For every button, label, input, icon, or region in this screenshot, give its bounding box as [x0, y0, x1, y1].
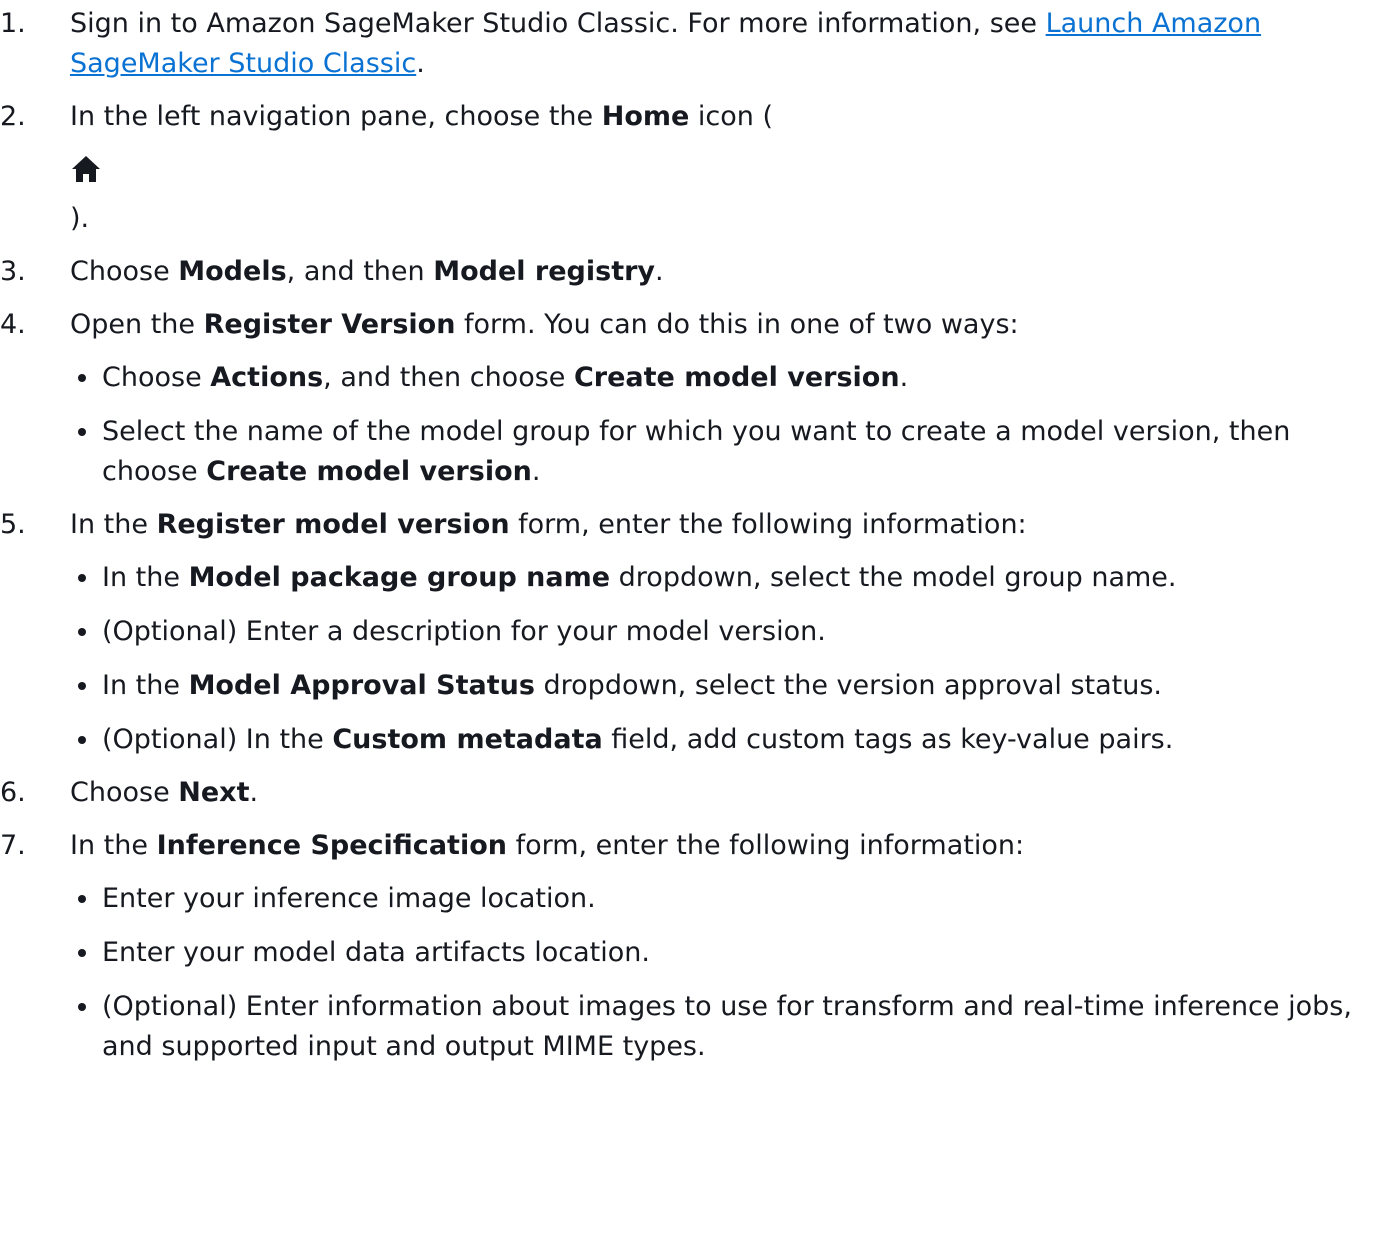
- step-text: In the: [70, 509, 157, 540]
- bullet-dot: [78, 736, 86, 744]
- register-model-version-term: Register model version: [156, 509, 510, 540]
- item-text: Choose: [102, 362, 211, 393]
- list-item: Enter your model data artifacts location…: [70, 933, 1390, 973]
- item-text: dropdown, select the model group name.: [610, 562, 1177, 593]
- inference-specification-term: Inference Specification: [156, 830, 507, 861]
- step-text: Open the: [70, 309, 204, 340]
- step-text: In the: [70, 830, 157, 861]
- step-number: 7.: [0, 830, 26, 861]
- item-text: .: [899, 362, 909, 393]
- step-3: 3. Choose Models, and then Model registr…: [0, 252, 1390, 292]
- item-text: In the: [102, 562, 189, 593]
- list-item: Select the name of the model group for w…: [70, 412, 1390, 492]
- step-text: icon (: [689, 101, 773, 132]
- sub-list: Enter your inference image location. Ent…: [70, 879, 1390, 1067]
- step-text: form, enter the following information:: [509, 509, 1027, 540]
- model-registry-term: Model registry: [433, 256, 656, 287]
- home-icon: [72, 156, 100, 182]
- item-text: (Optional) Enter information about image…: [102, 991, 1352, 1062]
- create-model-version-term: Create model version: [206, 456, 532, 487]
- item-text: (Optional) Enter a description for your …: [102, 616, 826, 647]
- item-text: (Optional) In the: [102, 724, 333, 755]
- step-text: Sign in to Amazon SageMaker Studio Class…: [70, 8, 1046, 39]
- bullet-dot: [78, 428, 86, 436]
- home-term: Home: [601, 101, 690, 132]
- step-number: 5.: [0, 509, 26, 540]
- next-term: Next: [178, 777, 250, 808]
- models-term: Models: [178, 256, 287, 287]
- step-number: 4.: [0, 309, 26, 340]
- list-item: (Optional) Enter information about image…: [70, 987, 1390, 1067]
- step-text: .: [416, 48, 425, 79]
- step-text: .: [655, 256, 664, 287]
- step-text: , and then: [286, 256, 434, 287]
- bullet-dot: [78, 574, 86, 582]
- bullet-dot: [78, 1003, 86, 1011]
- step-5: 5. In the Register model version form, e…: [0, 505, 1390, 760]
- step-1: 1. Sign in to Amazon SageMaker Studio Cl…: [0, 4, 1390, 84]
- step-text: form, enter the following information:: [506, 830, 1025, 861]
- step-text: ).: [70, 203, 90, 234]
- list-item: Enter your inference image location.: [70, 879, 1390, 919]
- step-text: .: [249, 777, 259, 808]
- list-item: (Optional) Enter a description for your …: [70, 612, 1390, 652]
- step-4: 4. Open the Register Version form. You c…: [0, 305, 1390, 492]
- sub-list: In the Model package group name dropdown…: [70, 558, 1390, 760]
- step-text: In the left navigation pane, choose the: [70, 101, 602, 132]
- list-item: In the Model Approval Status dropdown, s…: [70, 666, 1390, 706]
- step-text: Choose: [70, 777, 179, 808]
- list-item: In the Model package group name dropdown…: [70, 558, 1390, 598]
- item-text: Enter your inference image location.: [102, 883, 596, 914]
- step-number: 3.: [0, 256, 26, 287]
- register-version-term: Register Version: [203, 309, 456, 340]
- bullet-dot: [78, 895, 86, 903]
- sub-list: Choose Actions, and then choose Create m…: [70, 358, 1390, 492]
- list-item: (Optional) In the Custom metadata field,…: [70, 720, 1390, 760]
- custom-metadata-term: Custom metadata: [332, 724, 603, 755]
- item-text: dropdown, select the version approval st…: [534, 670, 1163, 701]
- bullet-dot: [78, 682, 86, 690]
- step-2: 2. In the left navigation pane, choose t…: [0, 97, 1390, 239]
- bullet-dot: [78, 374, 86, 382]
- step-6: 6. Choose Next.: [0, 773, 1390, 813]
- step-text: form. You can do this in one of two ways…: [455, 309, 1019, 340]
- model-package-group-name-term: Model package group name: [188, 562, 611, 593]
- bullet-dot: [78, 949, 86, 957]
- step-number: 6.: [0, 777, 26, 808]
- step-number: 1.: [0, 8, 26, 39]
- model-approval-status-term: Model Approval Status: [188, 670, 535, 701]
- actions-term: Actions: [210, 362, 324, 393]
- step-number: 2.: [0, 101, 26, 132]
- step-7: 7. In the Inference Specification form, …: [0, 826, 1390, 1067]
- create-model-version-term: Create model version: [573, 362, 900, 393]
- bullet-dot: [78, 628, 86, 636]
- list-item: Choose Actions, and then choose Create m…: [70, 358, 1390, 398]
- steps-list: 1. Sign in to Amazon SageMaker Studio Cl…: [0, 4, 1390, 1080]
- item-text: Enter your model data artifacts location…: [102, 937, 650, 968]
- item-text: field, add custom tags as key-value pair…: [602, 724, 1174, 755]
- step-text: Choose: [70, 256, 179, 287]
- document: 1. Sign in to Amazon SageMaker Studio Cl…: [0, 0, 1390, 1254]
- item-text: .: [531, 456, 541, 487]
- item-text: In the: [102, 670, 189, 701]
- item-text: , and then choose: [323, 362, 574, 393]
